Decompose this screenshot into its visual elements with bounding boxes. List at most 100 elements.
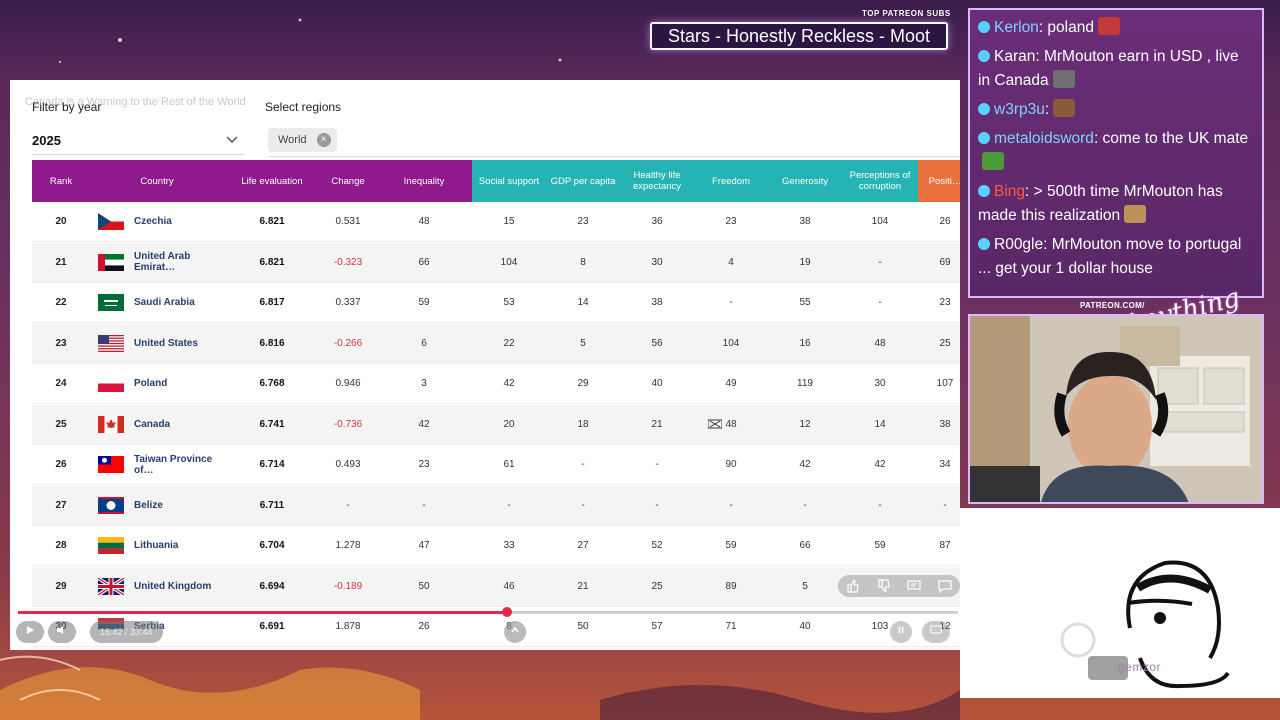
thumbs-down-icon[interactable] [877,579,891,593]
country-name[interactable]: United States [134,338,198,349]
table-row[interactable]: 21 United Arab Emirat… 6.821 -0.323 66 104 8 30… [32,242,960,283]
chat-username[interactable]: metaloidsword [994,130,1094,147]
reaction-bar [838,575,960,597]
change-cell: -0.266 [333,337,363,349]
column-header[interactable]: Change [320,160,376,202]
country-cell[interactable]: Belize [90,496,224,514]
chat-text: : [1044,101,1050,118]
flag-icon-ca [98,415,124,433]
corruption-cell: 104 [871,216,889,227]
country-name[interactable]: United Arab Emirat… [134,251,224,273]
country-cell[interactable]: Czechia [90,213,224,230]
table-row[interactable]: 26 Taiwan Province of… 6.714 0.493 23 61 - - 90 4… [32,445,960,485]
chat-username[interactable]: Kerlon [994,19,1039,36]
gdp-cell: 21 [577,580,589,592]
table-row[interactable]: 28 Lithuania 6.704 1.278 47 33 27 52 59 66 59 87 [32,526,960,566]
country-cell[interactable]: Saudi Arabia [90,294,224,311]
country-name[interactable]: Lithuania [134,540,178,551]
cursor-icon [708,419,722,429]
chat-emote-icon [982,152,1004,170]
message-icon[interactable] [938,579,952,593]
social-cell: 15 [503,216,515,227]
table-row[interactable]: 23 United States 6.816 -0.266 6 22 5 56 104 16 48 2… [32,323,960,364]
life-cell: 6.768 [259,378,285,389]
change-cell: -0.189 [333,580,363,592]
column-header[interactable]: Freedom [694,160,768,202]
chat-username[interactable]: Bing [994,183,1025,200]
social-cell: 42 [503,378,515,389]
remove-icon[interactable]: × [316,133,331,147]
table-row[interactable]: 24 Poland 6.768 0.946 3 42 29 40 49 119 30 107 [32,364,960,404]
health-cell: - [655,459,659,470]
flag-icon-lt [98,537,124,554]
year-dropdown[interactable]: 2025 [32,125,244,155]
column-header[interactable]: Social support [472,160,546,202]
chat-message: metaloidsword: come to the UK mate [978,127,1254,175]
country-name[interactable]: Poland [134,378,167,389]
chat-username[interactable]: Karan [994,48,1035,65]
table-row[interactable]: 27 Belize 6.711 - - - - - - - - - [32,485,960,526]
pause-small-button[interactable] [890,621,912,643]
region-chip-label: World [278,134,307,146]
freedom-cell: 49 [725,378,737,389]
country-name[interactable]: Belize [134,500,163,511]
column-header[interactable]: Positi… [918,160,960,202]
viewer-name-tag: gemzor [1118,660,1162,674]
country-cell[interactable]: United States [90,334,224,352]
expand-chevron-up-icon[interactable] [504,621,526,643]
generosity-cell: 55 [799,297,811,308]
inequality-cell: 48 [418,216,430,227]
thumbs-up-icon[interactable] [846,579,860,593]
column-header[interactable]: GDP per capita [546,160,620,202]
flag-icon-pl [98,375,124,392]
table-row[interactable]: 22 Saudi Arabia 6.817 0.337 59 53 14 38 - 55 - 23 [32,283,960,323]
generosity-cell: 19 [799,256,811,268]
column-header[interactable]: Perceptions of corruption [842,160,918,202]
country-cell[interactable]: Canada [90,415,224,433]
column-header[interactable]: Country [90,160,224,202]
captions-button[interactable] [922,621,950,643]
column-header[interactable]: Inequality [376,160,472,202]
chat-username[interactable]: w3rp3u [994,101,1045,118]
flag-icon-cz [98,213,124,230]
country-name[interactable]: United Kingdom [134,581,211,592]
country-name[interactable]: Czechia [134,216,172,227]
generosity-cell: 38 [799,216,811,227]
country-cell[interactable]: United Arab Emirat… [90,251,224,273]
corruption-cell: - [878,499,882,511]
country-cell[interactable]: Lithuania [90,537,224,554]
volume-button[interactable] [48,621,76,643]
country-cell[interactable]: United Kingdom [90,577,224,595]
country-cell[interactable]: Taiwan Province of… [90,454,224,476]
rank-cell: 28 [55,540,67,551]
play-button[interactable] [16,621,44,643]
table-row[interactable]: 29 United Kingdom 6.694 -0.189 50 46 21 25 89 5 [32,566,960,607]
comment-icon[interactable] [907,579,921,593]
generosity-cell: 119 [797,378,813,389]
corruption-cell: 48 [874,337,886,349]
column-header[interactable]: Rank [32,160,90,202]
freedom-cell: 71 [725,621,737,632]
table-row[interactable]: 25 Canada 6.741 -0.736 42 20 18 21 48 12 14 38 [32,404,960,445]
column-header[interactable]: Life evaluation [224,160,320,202]
country-cell[interactable]: Poland [90,375,224,392]
progress-bar[interactable] [18,607,958,617]
column-header[interactable]: Healthy life expectancy [620,160,694,202]
country-name[interactable]: Canada [134,419,170,430]
freedom-cell: 59 [725,540,737,551]
social-cell: 53 [503,297,515,308]
video-player[interactable]: Canada is a Warning to the Rest of the W… [10,80,960,650]
positive-cell: 87 [939,540,951,551]
progress-knob[interactable] [501,607,512,617]
table-row[interactable]: 20 Czechia 6.821 0.531 48 15 23 36 23 38 104 26 [32,202,960,242]
inequality-cell: 23 [418,459,430,470]
country-name[interactable]: Taiwan Province of… [134,454,224,476]
region-chip-world[interactable]: World × [268,128,337,152]
generosity-cell: 16 [799,337,811,349]
chat-username[interactable]: R00gle [994,236,1043,253]
country-name[interactable]: Saudi Arabia [134,297,195,308]
chat-badge-icon [978,238,990,250]
column-header[interactable]: Generosity [768,160,842,202]
chat-panel: Kerlon: poland Karan: MrMouton earn in US… [968,8,1264,298]
select-regions-label: Select regions [265,100,342,114]
